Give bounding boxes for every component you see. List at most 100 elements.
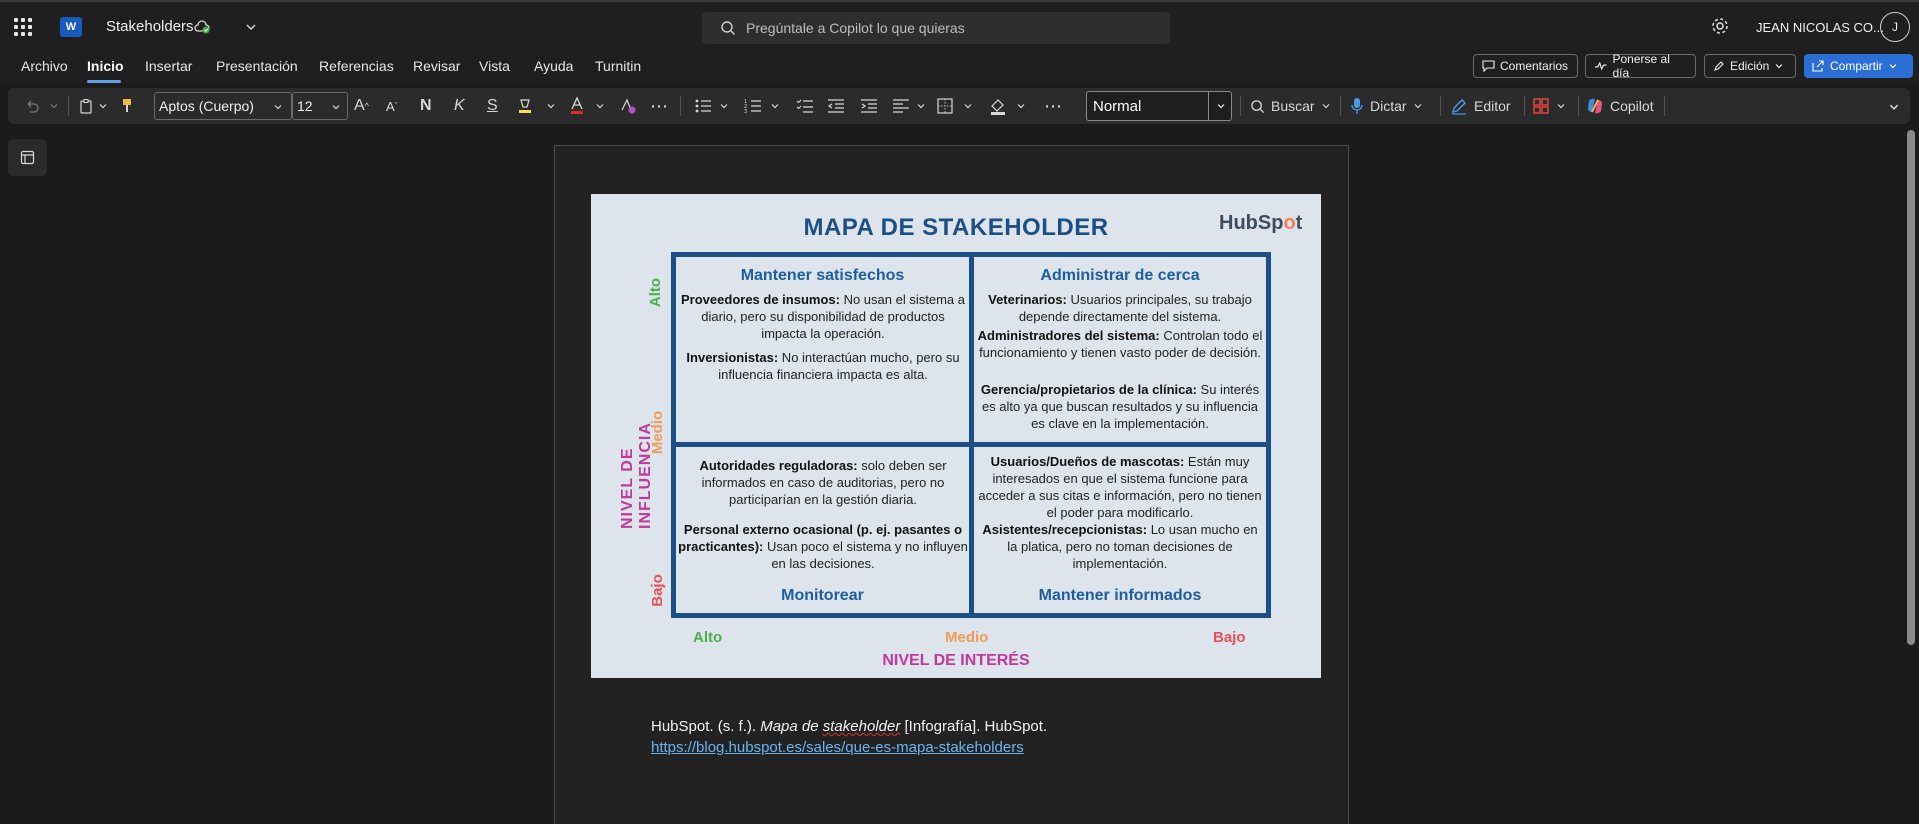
quadrant-entry: Usuarios/Dueños de mascotas: Están muy i…	[978, 454, 1262, 520]
quadrant-entry: Inversionistas: No interactúan mucho, pe…	[686, 350, 960, 382]
bullets-dropdown-icon[interactable]	[719, 101, 729, 111]
tab-referencias[interactable]: Referencias	[319, 58, 394, 74]
font-name-value: Aptos (Cuerpo)	[159, 98, 254, 114]
active-tab-indicator	[87, 80, 121, 83]
citation-link[interactable]: https://blog.hubspot.es/sales/que-es-map…	[651, 739, 1024, 756]
paste-dropdown-icon[interactable]	[98, 101, 108, 111]
figure-title: MAPA DE STAKEHOLDER	[803, 214, 1109, 241]
tab-ayuda[interactable]: Ayuda	[534, 58, 573, 74]
comments-button[interactable]: Comentarios	[1473, 54, 1578, 78]
find-button[interactable]: Buscar	[1250, 88, 1331, 124]
y-tick-bajo: Bajo	[648, 574, 666, 607]
bullets-icon[interactable]	[694, 98, 712, 114]
editor-button[interactable]: Editor	[1450, 88, 1511, 124]
shading-dropdown-icon[interactable]	[1016, 101, 1026, 111]
tab-vista[interactable]: Vista	[479, 58, 510, 74]
tab-revisar[interactable]: Revisar	[413, 58, 460, 74]
copilot-button[interactable]: Copilot	[1586, 88, 1654, 124]
tab-turnitin[interactable]: Turnitin	[595, 58, 641, 74]
format-painter-icon[interactable]	[120, 97, 134, 115]
ribbon-collapse-icon[interactable]	[1888, 101, 1900, 113]
numbering-dropdown-icon[interactable]	[770, 101, 780, 111]
document-page[interactable]: MAPA DE STAKEHOLDER HubSpot NIVEL DE INF…	[554, 145, 1349, 824]
catch-up-button[interactable]: Ponerse al día	[1585, 52, 1696, 80]
quadrant-entry: Proveedores de insumos: No usan el siste…	[681, 292, 965, 341]
pencil-icon	[1714, 61, 1724, 71]
clear-formatting-icon[interactable]	[619, 97, 637, 115]
tab-presentacion[interactable]: Presentación	[216, 58, 298, 74]
chevron-down-icon	[332, 105, 340, 110]
font-size-value: 12	[297, 98, 313, 114]
tab-insertar[interactable]: Insertar	[145, 58, 192, 74]
share-icon	[1812, 60, 1824, 72]
find-label: Buscar	[1271, 98, 1315, 114]
add-ins-dropdown-icon[interactable]	[1556, 101, 1566, 111]
undo-dropdown-icon[interactable]	[49, 101, 59, 111]
chevron-down-icon	[1217, 104, 1225, 109]
undo-icon[interactable]	[24, 98, 40, 114]
navigation-pane-icon	[20, 150, 35, 165]
numbering-icon[interactable]: 123	[744, 98, 762, 114]
dictate-button[interactable]: Dictar	[1350, 88, 1423, 124]
chevron-down-icon[interactable]	[244, 20, 258, 34]
font-size-select[interactable]: 12	[292, 92, 348, 120]
gear-icon[interactable]	[1710, 16, 1730, 36]
font-name-select[interactable]: Aptos (Cuerpo)	[154, 92, 292, 120]
navigation-pane-button[interactable]	[8, 139, 47, 176]
font-color-dropdown-icon[interactable]	[595, 101, 605, 111]
shading-icon[interactable]	[988, 96, 1008, 116]
hubspot-logo: HubSpot	[1219, 212, 1303, 234]
quadrant-heading-bottom-left: Monitorear	[781, 587, 864, 604]
align-dropdown-icon[interactable]	[916, 101, 926, 111]
vertical-scrollbar[interactable]	[1907, 130, 1915, 645]
copilot-search-box[interactable]: Pregúntale a Copilot lo que quieras	[702, 12, 1170, 44]
chevron-down-icon	[1775, 64, 1783, 69]
highlight-dropdown-icon[interactable]	[546, 101, 556, 111]
editing-mode-button[interactable]: Edición	[1704, 54, 1796, 78]
document-title[interactable]: Stakeholders	[106, 18, 194, 35]
citation-suffix: [Infografía]. HubSpot.	[900, 718, 1048, 735]
chevron-down-icon	[274, 105, 282, 110]
style-value: Normal	[1093, 97, 1142, 115]
avatar[interactable]: J	[1880, 12, 1910, 42]
share-button[interactable]: Compartir	[1804, 54, 1913, 78]
user-name[interactable]: JEAN NICOLAS CO...	[1756, 20, 1884, 35]
x-tick-alto: Alto	[693, 629, 723, 646]
grid-divider-vertical	[969, 257, 974, 613]
more-paragraph-options-icon[interactable]: ⋯	[1044, 88, 1062, 124]
font-color-icon[interactable]	[568, 96, 586, 116]
copilot-icon	[1588, 98, 1602, 114]
app-launcher-icon[interactable]	[14, 18, 32, 36]
increase-indent-icon[interactable]	[860, 98, 878, 114]
x-tick-medio: Medio	[945, 629, 989, 646]
citation-title-spellcheck[interactable]: stakeholder	[823, 718, 901, 735]
editor-label: Editor	[1474, 98, 1511, 114]
word-logo-icon: W	[60, 17, 82, 37]
borders-dropdown-icon[interactable]	[963, 101, 973, 111]
checklist-icon[interactable]	[796, 98, 814, 114]
add-ins-icon[interactable]	[1532, 97, 1550, 115]
cloud-saved-icon[interactable]	[194, 20, 210, 34]
tab-archivo[interactable]: Archivo	[21, 58, 68, 74]
paste-icon[interactable]	[78, 98, 94, 114]
style-dropdown[interactable]	[1208, 91, 1232, 121]
dictate-label: Dictar	[1370, 98, 1407, 114]
tab-inicio[interactable]: Inicio	[87, 58, 124, 74]
citation-paragraph[interactable]: HubSpot. (s. f.). Mapa de stakeholder [I…	[651, 716, 1047, 758]
align-left-icon[interactable]	[892, 98, 910, 114]
more-font-options-icon[interactable]: ⋯	[650, 88, 668, 124]
stakeholder-map-image[interactable]: MAPA DE STAKEHOLDER HubSpot NIVEL DE INF…	[591, 194, 1321, 678]
quadrant-entry: Asistentes/recepcionistas: Lo usan mucho…	[982, 522, 1258, 571]
highlighter-icon[interactable]	[516, 97, 534, 115]
grow-font-button[interactable]: A ^	[354, 88, 369, 124]
shrink-font-button[interactable]: Aˇ	[386, 88, 398, 124]
microphone-icon	[1351, 98, 1363, 114]
italic-button[interactable]: K	[454, 88, 465, 124]
decrease-indent-icon[interactable]	[827, 98, 845, 114]
editor-pen-icon	[1452, 99, 1466, 115]
borders-icon[interactable]	[936, 97, 954, 115]
underline-button[interactable]: S	[487, 88, 498, 124]
x-axis-label: NIVEL DE INTERÉS	[882, 652, 1030, 669]
share-label: Compartir	[1830, 59, 1883, 73]
bold-button[interactable]: N	[420, 88, 432, 124]
